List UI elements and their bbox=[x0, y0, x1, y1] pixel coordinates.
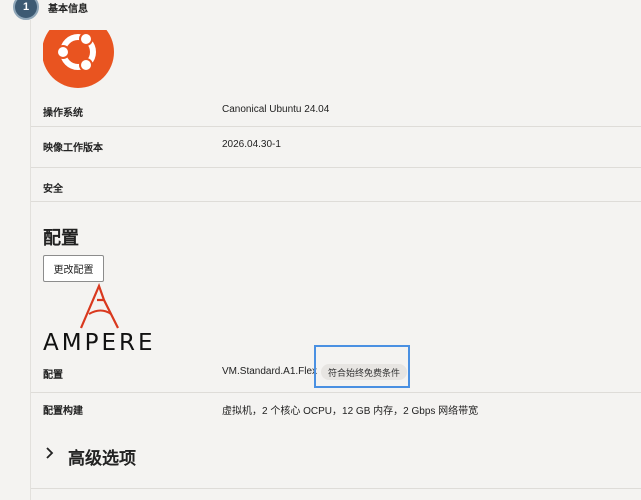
security-label: 安全 bbox=[43, 184, 63, 195]
wizard-step-header: 1 基本信息 bbox=[0, 0, 641, 20]
shape-label: 配置 bbox=[43, 370, 63, 381]
row-divider bbox=[31, 392, 641, 393]
ampere-logo-text: AMPERE bbox=[43, 330, 156, 356]
step-connector-line bbox=[30, 20, 31, 500]
step-label: 基本信息 bbox=[48, 4, 88, 15]
change-shape-button[interactable]: 更改配置 bbox=[43, 255, 104, 282]
os-label: 操作系统 bbox=[43, 108, 83, 119]
config-section-title: 配置 bbox=[43, 228, 79, 248]
row-divider bbox=[31, 201, 641, 202]
os-value: Canonical Ubuntu 24.04 bbox=[222, 104, 330, 115]
image-build-value: 2026.04.30-1 bbox=[222, 139, 281, 150]
shape-build-label: 配置构建 bbox=[43, 406, 83, 417]
advanced-options-toggle[interactable]: 高级选项 bbox=[68, 444, 136, 469]
shape-value: VM.Standard.A1.Flex bbox=[222, 366, 318, 377]
image-build-label: 映像工作版本 bbox=[43, 143, 103, 154]
row-divider bbox=[31, 126, 641, 127]
ubuntu-logo-icon bbox=[43, 30, 115, 88]
annotation-highlight-box bbox=[314, 345, 410, 388]
row-divider bbox=[31, 167, 641, 168]
row-divider bbox=[31, 488, 641, 489]
shape-build-value: 虚拟机，2 个核心 OCPU，12 GB 内存，2 Gbps 网络带宽 bbox=[222, 406, 479, 417]
step-number-badge: 1 bbox=[13, 0, 39, 20]
chevron-right-icon[interactable] bbox=[45, 447, 55, 459]
